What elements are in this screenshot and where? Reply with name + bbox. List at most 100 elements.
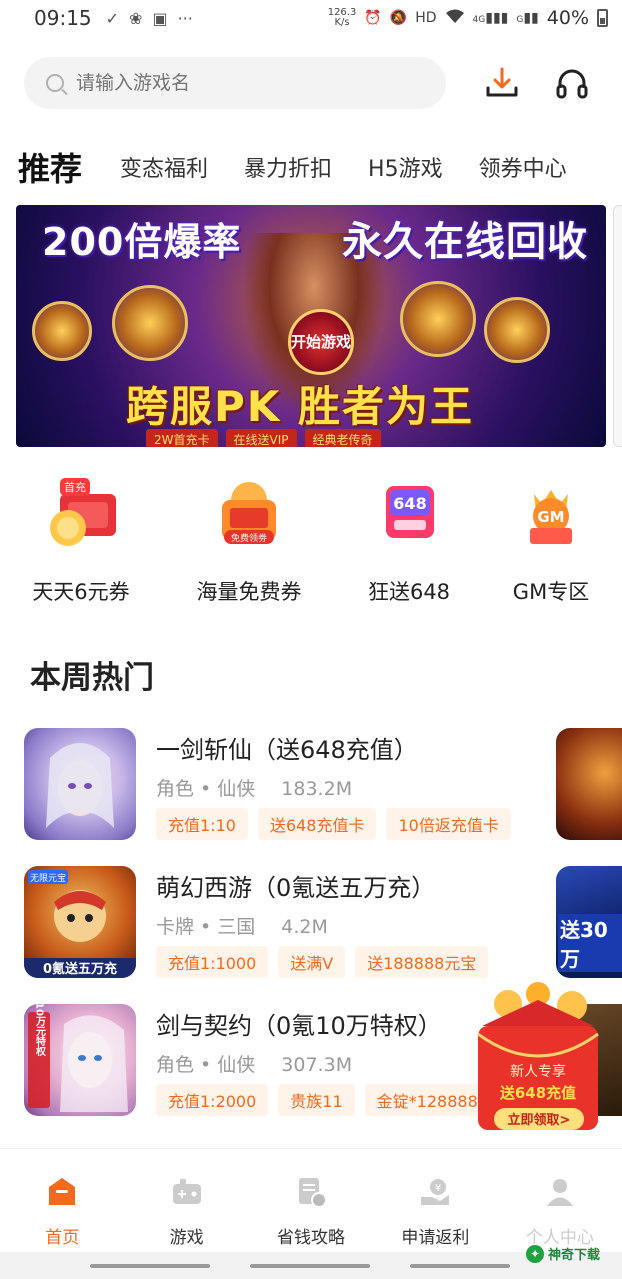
watermark: ✦ 神奇下载 [526,1244,600,1263]
section-title-weekly-hot: 本周热门 [30,660,154,696]
gesture-segment [410,1264,510,1268]
nav-games[interactable]: 游戏 [124,1149,248,1252]
game-list-item[interactable]: 0氪送五万充 无限元宝 萌幻西游（0氪送五万充） 卡牌 • 三国 4.2M 充值1… [24,866,622,978]
search-input[interactable] [76,72,396,94]
battery-level: 40% [546,7,589,29]
game-tag: 送188888元宝 [355,946,489,978]
net-speed-unit: K/s [334,17,350,28]
game-name: 剑与契约（0氪10万特权） [156,1012,442,1040]
battery-icon [597,9,608,27]
game-tags: 充值1:2000 贵族11 金锭*128888 [156,1084,490,1116]
quick-entry-label: 天天6元券 [32,580,130,604]
game-icon: 送10万元特权 [24,1004,136,1116]
game-meta: 角色 • 仙侠 307.3M [156,1050,352,1077]
hd-label: HD [415,10,437,26]
banner-medal-left [112,285,188,361]
game-size: 4.2M [281,916,328,938]
tab-recommend[interactable]: 推荐 [18,144,82,190]
quick-entry-free-coupon[interactable]: 免费领劵 海量免费券 [184,470,314,606]
tab-welfare[interactable]: 变态福利 [120,151,208,183]
alarm-icon: ⏰ [364,10,382,26]
quick-entry-6yuan-coupon[interactable]: 首充 天天6元券 [16,470,146,606]
tab-h5-games[interactable]: H5游戏 [368,151,443,183]
banner-strip-item: 经典老传奇 [304,429,381,447]
mute-icon: 🔕 [389,10,408,26]
game-tag: 送满V [278,946,346,978]
game-icon [24,728,136,840]
notification-icons: ✓ ❀ ▣ ··· [106,9,193,28]
more-icon: ··· [177,8,193,28]
free-coupon-badge: 免费领劵 [231,532,267,544]
banner-medal-right [400,281,476,357]
promo-line1: 新人专享 [510,1063,566,1080]
nav-apply-rebate[interactable]: ¥ 申请返利 [373,1149,497,1252]
gift-card-648-icon: 648 [366,470,452,556]
first-charge-badge: 首充 [64,480,86,494]
game-list-item[interactable]: 一剑斩仙（送648充值） 角色 • 仙侠 183.2M 充值1:10 送648充值… [24,728,622,840]
net-speed: 126.3 K/s [328,8,357,28]
nav-label: 省钱攻略 [277,1228,346,1248]
bottom-nav: 首页 游戏 省钱攻略 ¥ 申请返利 个人中心 [0,1148,622,1252]
home-icon [49,1178,76,1205]
red-envelope-icon: 首充 [38,470,124,556]
game-icon-caption: 0氪送五万充 [43,961,117,977]
promo-banner[interactable]: 200倍爆率 永久在线回收 开始游戏 跨服PK 胜者为王 2W首充卡 在线送VI… [16,205,606,447]
nav-label: 首页 [45,1228,80,1248]
search-icon [46,74,64,92]
game-icon-badge: 无限元宝 [30,872,66,884]
game-tag: 充值1:1000 [156,946,269,978]
service-button[interactable] [550,61,594,105]
quick-entries: 首充 天天6元券 免费领劵 海量免费券 648 狂送648 GM GM专区 [0,470,622,610]
game-size: 307.3M [281,1054,353,1076]
coupon-bag-icon: 免费领劵 [206,470,292,556]
nav-profile[interactable]: 个人中心 [498,1149,622,1252]
download-done-icon: ✓ [105,8,120,28]
nav-saving-guide[interactable]: 省钱攻略 [249,1149,373,1252]
watermark-logo-icon: ✦ [526,1244,544,1263]
peek-game-card[interactable] [556,728,622,840]
gamepad-icon [172,1179,201,1204]
wifi-icon [445,8,465,28]
new-user-promo[interactable]: 新人专享 送648充值 立即领取> [468,982,608,1142]
nav-home[interactable]: 首页 [0,1149,124,1252]
tab-discount[interactable]: 暴力折扣 [244,151,332,183]
banner-strip: 2W首充卡 在线送VIP 经典老传奇 [146,429,486,447]
promo-claim-button: 立即领取> [508,1112,571,1128]
quick-entry-gm-zone[interactable]: GM GM专区 [486,470,616,606]
download-button[interactable] [480,61,524,105]
document-coin-icon [299,1178,328,1208]
banner-strip-item: 2W首充卡 [146,429,218,447]
game-tag: 贵族11 [278,1084,355,1116]
badge-648-text: 648 [393,494,426,513]
banner-medal-far-left [32,301,92,361]
banner-start-button[interactable]: 开始游戏 [288,309,354,375]
nav-label: 游戏 [169,1228,204,1248]
gm-badge-text: GM [537,508,564,526]
peek-game-card[interactable]: 送30万 [556,866,622,978]
game-genre: 卡牌 • 三国 [156,916,256,938]
user-icon [546,1179,573,1206]
banner-slogan: 跨服PK 胜者为王 [126,382,474,431]
search-bar[interactable] [24,57,446,109]
next-banner-peek[interactable] [613,205,622,447]
quick-entry-label: 海量免费券 [196,580,302,604]
game-icon: 0氪送五万充 无限元宝 [24,866,136,978]
image-icon: ▣ [152,8,168,28]
download-icon [486,67,518,97]
game-tag: 10倍返充值卡 [386,808,511,840]
banner-title-left: 200倍爆率 [42,220,242,264]
clock: 09:15 [34,6,92,30]
game-name: 萌幻西游（0氪送五万充） [156,874,436,902]
banner-strip-item: 在线送VIP [225,429,297,447]
gesture-segment [90,1264,210,1268]
category-tabs: 推荐 变态福利 暴力折扣 H5游戏 领券中心 [18,140,618,194]
headphones-icon [556,69,588,99]
game-meta: 卡牌 • 三国 4.2M [156,912,328,939]
tab-coupon-center[interactable]: 领券中心 [479,151,567,183]
nav-label: 申请返利 [401,1228,470,1248]
game-tag: 充值1:2000 [156,1084,269,1116]
header [0,36,622,130]
banner-title-right: 永久在线回收 [342,219,588,265]
game-genre: 角色 • 仙侠 [156,778,256,800]
quick-entry-648[interactable]: 648 狂送648 [344,470,474,606]
